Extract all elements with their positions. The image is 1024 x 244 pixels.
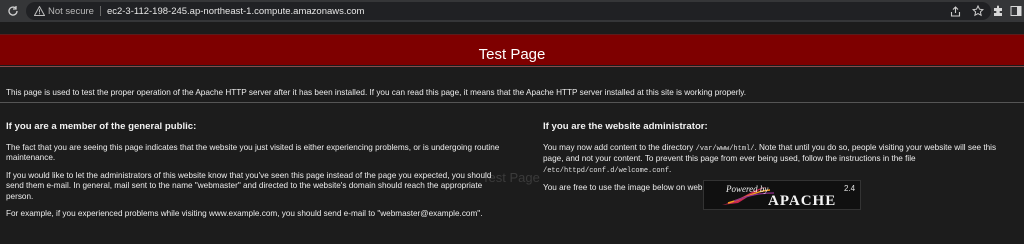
banner-divider [0,66,1024,67]
public-paragraph-3: For example, if you experienced problems… [6,209,483,218]
public-section: If you are a member of the general publi… [6,121,506,220]
public-paragraph-1: The fact that you are seeing this page i… [6,142,500,163]
welcome-conf-path: /etc/httpd/conf.d/welcome.conf [543,166,670,175]
bookmark-star-icon[interactable] [971,4,985,18]
warning-icon[interactable] [33,5,45,17]
url-text[interactable]: ec2-3-112-198-245.ap-northeast-1.compute… [107,6,365,17]
admin-heading: If you are the website administrator: [543,121,708,132]
address-bar[interactable]: Not secure ec2-3-112-198-245.ap-northeas… [26,2,991,20]
content-directory: /var/www/html/ [695,144,755,153]
section-divider [0,102,1024,103]
extensions-puzzle-icon[interactable] [992,4,1004,18]
omnibox-actions [948,4,985,18]
web-page: Test Page This page is used to test the … [0,22,1024,244]
share-icon[interactable] [948,4,962,18]
intro-text: This page is used to test the proper ope… [6,88,746,97]
badge-apache-text: APACHE [768,193,836,209]
address-separator [99,6,101,16]
admin-text-a: You may now add content to the directory [543,142,696,152]
badge-powered-text: Powered by [725,184,768,194]
security-label[interactable]: Not secure [48,6,94,17]
admin-paragraph-1: You may now add content to the directory… [543,143,1018,177]
powered-by-apache-badge[interactable]: Powered by 2.4 APACHE [703,180,861,210]
browser-toolbar: Not secure ec2-3-112-198-245.ap-northeas… [0,0,1024,22]
admin-text-c: . [669,164,672,174]
page-title: Test Page [0,45,1024,65]
public-paragraph-2: If you would like to let the administrat… [6,170,492,201]
public-heading: If you are a member of the general publi… [6,121,197,132]
side-panel-icon[interactable] [1010,4,1022,18]
extension-area [992,4,1024,18]
reload-icon[interactable] [4,2,22,20]
badge-version: 2.4 [844,184,856,193]
